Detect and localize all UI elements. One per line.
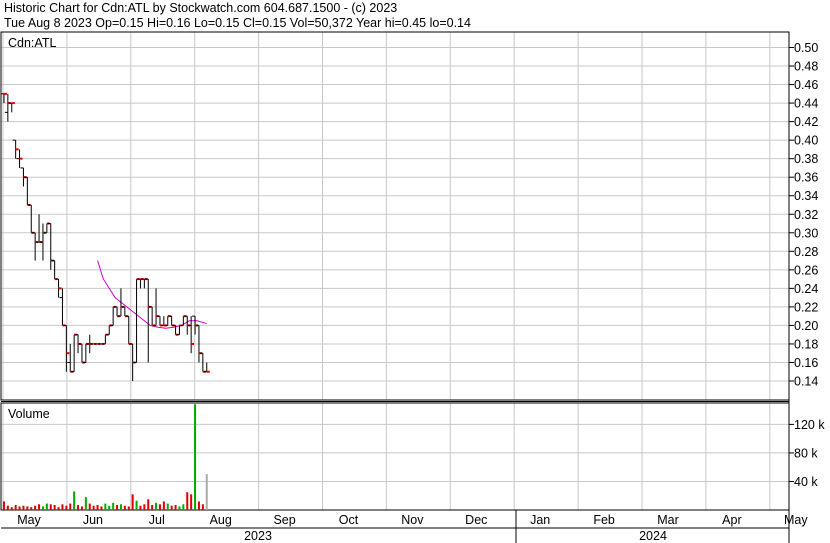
price-bar [0,92,7,104]
stock-chart: Cdn:ATL Volume 0.50 0.48 0.46 0.44 0.42 0.40 0… [0,31,825,543]
price-bars [0,92,210,381]
price-bar [117,288,124,317]
month-label: Apr [722,513,741,527]
price-bar [149,306,156,327]
price-tick-label: 0.30 [794,226,818,240]
price-bar [160,316,167,327]
price-tick-label: 0.40 [794,134,818,148]
price-tick-label: 0.36 [794,171,818,185]
price-bar [188,316,195,354]
price-bar [8,102,15,113]
price-bar [145,278,152,363]
price-tick-label: 0.24 [794,282,818,296]
chart-frame [0,31,794,543]
year-label: 2024 [639,529,667,543]
price-bar [39,223,46,261]
price-tick-label: 0.20 [794,319,818,333]
price-bar [4,93,11,122]
price-tick-label: 0.50 [794,41,818,55]
price-bar [180,315,187,326]
price-bar [141,278,148,289]
price-bar [110,305,117,326]
price-bar [137,278,144,289]
grid [1,32,789,510]
month-label: Nov [401,513,424,527]
price-tick-label: 0.32 [794,208,818,222]
price-tick-label: 0.48 [794,60,818,74]
month-label: May [784,513,808,527]
price-panel-border [0,31,790,401]
volume-label: Volume [8,407,50,421]
price-bar [82,342,89,363]
price-tick-label: 0.34 [794,189,818,203]
month-label: Jun [83,513,103,527]
price-tick-label: 0.26 [794,263,818,277]
price-tick-label: 0.28 [794,245,818,259]
price-tick-label: 0.46 [794,78,818,92]
price-bar [133,278,140,363]
price-bar [168,315,175,327]
price-bar [78,343,85,364]
month-label: Jul [149,513,165,527]
price-bar [32,232,39,261]
volume-tick-label: 120 k [794,418,825,432]
year-label: 2023 [244,529,272,543]
volume-panel-border [0,402,790,511]
price-bar [164,315,171,326]
month-label: Aug [210,513,232,527]
month-label: Jan [530,513,550,527]
month-label: Oct [339,513,359,527]
price-bar [43,222,50,234]
price-tick-label: 0.18 [794,337,818,351]
price-bar [36,214,43,244]
price-bar [24,176,31,206]
month-label: Sep [273,513,295,527]
price-bar [67,343,74,373]
price-tick-label: 0.22 [794,300,818,314]
price-bar [63,324,70,372]
volume-tick-label: 80 k [794,446,818,460]
price-tick-label: 0.16 [794,356,818,370]
price-bar [28,204,35,234]
month-label: May [17,513,41,527]
price-bar [16,149,23,168]
month-label: Feb [593,513,615,527]
price-bar [102,333,109,345]
price-bar [71,333,78,373]
price-tick-label: 0.42 [794,115,818,129]
month-label: Mar [657,513,679,527]
price-bar [156,315,163,327]
symbol-label: Cdn:ATL [8,36,56,50]
price-tick-label: 0.38 [794,152,818,166]
price-bar [203,362,210,373]
price-bar [121,306,128,318]
price-tick-label: 0.44 [794,97,818,111]
month-label: Dec [465,513,487,527]
volume-tick-label: 40 k [794,475,818,489]
price-bar [106,324,113,336]
price-bar [47,223,54,270]
price-bar [12,139,19,159]
price-tick-label: 0.14 [794,375,818,389]
price-bar [114,306,121,318]
